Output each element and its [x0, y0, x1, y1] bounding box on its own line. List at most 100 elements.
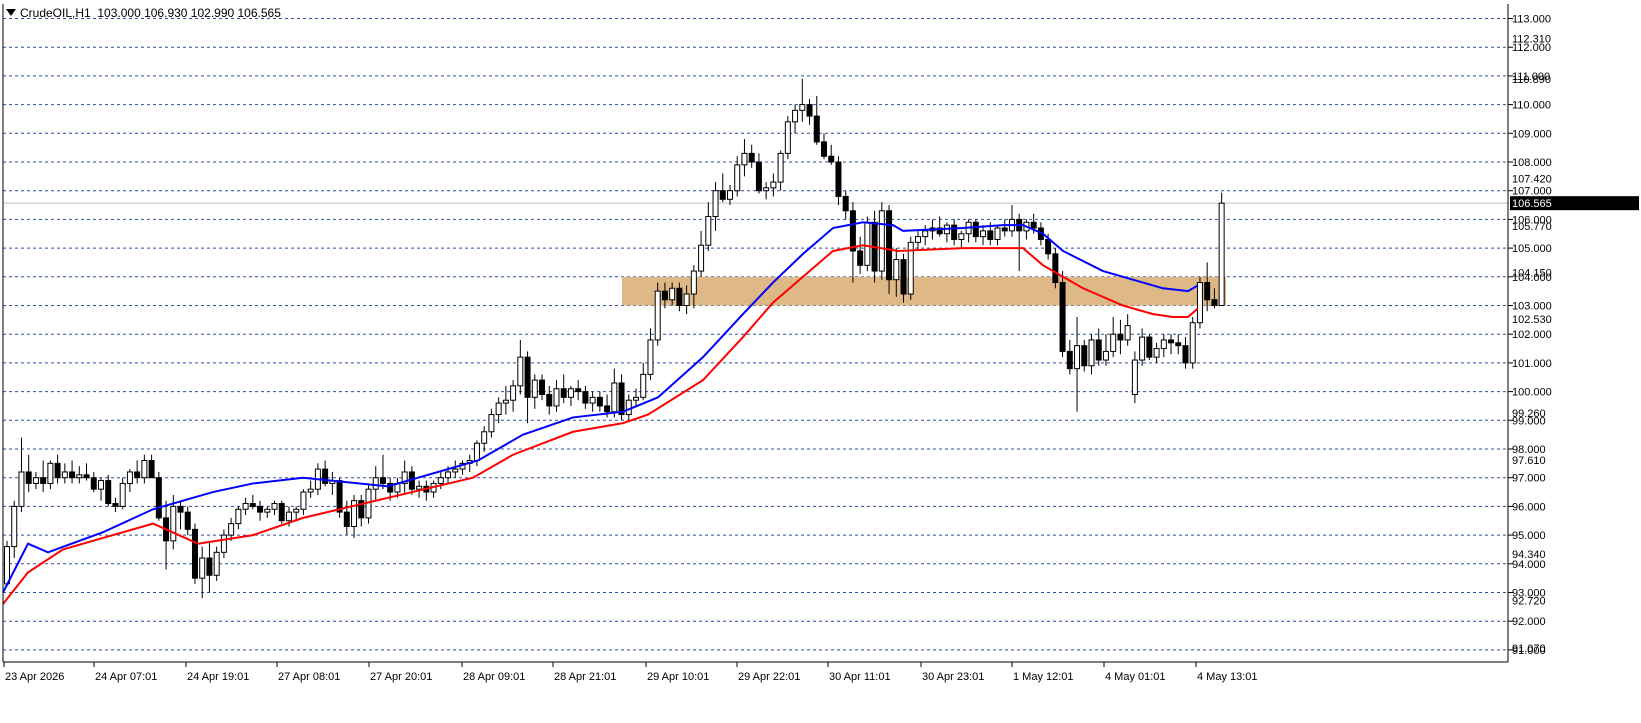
- chart-area[interactable]: 113.000 112.000 111.000 110.000 109.000 108.0…: [0, 0, 1641, 719]
- candle: [119, 477, 126, 510]
- candle-body: [683, 293, 690, 306]
- candle-body: [698, 244, 705, 272]
- candle: [473, 440, 480, 467]
- candle: [1131, 351, 1138, 404]
- dropdown-triangle-icon[interactable]: [6, 9, 16, 16]
- candle-body: [900, 259, 907, 295]
- y-marker-label: 105.770: [1512, 221, 1552, 233]
- candle: [1117, 319, 1124, 355]
- candle: [553, 380, 560, 412]
- candle: [134, 460, 141, 484]
- candle-body: [1081, 345, 1088, 367]
- candle-body: [47, 462, 54, 484]
- price-axis: 113.000112.000111.000110.000109.000108.0…: [1508, 14, 1639, 657]
- candle-body: [495, 402, 502, 416]
- candle: [922, 225, 929, 246]
- candle: [235, 506, 242, 530]
- candle-body: [582, 391, 589, 404]
- y-tick-label: 98.000: [1512, 444, 1546, 456]
- candle-body: [1074, 345, 1081, 370]
- candle: [567, 385, 574, 406]
- candle: [495, 397, 502, 424]
- candle: [242, 497, 249, 516]
- candle-body: [922, 230, 929, 238]
- candle: [76, 466, 83, 484]
- candle-body: [625, 399, 632, 416]
- candle-body: [575, 388, 582, 393]
- candle: [618, 374, 625, 421]
- candle-body: [640, 373, 647, 398]
- candle: [1196, 276, 1203, 329]
- candle-body: [242, 503, 249, 510]
- y-marker-label: 107.420: [1512, 174, 1552, 186]
- candle-body: [690, 270, 697, 295]
- candle-body: [97, 480, 104, 490]
- candle: [307, 480, 314, 498]
- candle-body: [155, 477, 162, 519]
- candle-body: [914, 236, 921, 243]
- candle: [864, 216, 871, 272]
- x-tick-label: 27 Apr 08:01: [278, 671, 340, 683]
- x-tick-label: 23 Apr 2026: [5, 671, 64, 683]
- candle-body: [1204, 282, 1211, 301]
- candle-body: [633, 396, 640, 401]
- candle-body: [958, 233, 965, 240]
- candle-body: [763, 187, 770, 192]
- candle: [589, 391, 596, 412]
- price-chart[interactable]: 113.000112.000111.000110.000109.000108.0…: [0, 0, 1641, 719]
- y-tick-label: 100.000: [1512, 387, 1552, 399]
- candle: [575, 380, 582, 401]
- candle-body: [191, 528, 198, 579]
- candle: [90, 471, 97, 493]
- candle: [322, 460, 329, 487]
- candle-body: [343, 511, 350, 527]
- y-tick-label: 110.000: [1512, 100, 1551, 112]
- candle: [271, 500, 278, 516]
- candle: [965, 219, 972, 243]
- candle-body: [278, 503, 285, 522]
- candle: [994, 225, 1001, 246]
- candle: [943, 222, 950, 243]
- candle-body: [1139, 336, 1146, 361]
- candle: [1168, 334, 1175, 355]
- candle: [1052, 248, 1059, 289]
- candle-body: [54, 462, 61, 479]
- y-tick-label: 108.000: [1512, 157, 1552, 169]
- candle-body: [510, 385, 517, 401]
- y-tick-label: 109.000: [1512, 128, 1552, 140]
- candle-body: [828, 155, 835, 163]
- candle-body: [1175, 342, 1182, 347]
- candle-body: [539, 379, 546, 395]
- candle: [220, 529, 227, 559]
- candle: [25, 454, 32, 493]
- candle: [842, 190, 849, 220]
- candle: [1146, 334, 1153, 361]
- candle: [40, 460, 47, 493]
- candle: [459, 460, 466, 475]
- candle: [32, 471, 39, 490]
- candle: [654, 282, 661, 346]
- candle: [213, 546, 220, 582]
- candle: [1088, 334, 1095, 375]
- candle-body: [25, 471, 32, 484]
- candle: [510, 380, 517, 412]
- candle: [502, 385, 509, 415]
- y-tick-label: 97.000: [1512, 473, 1546, 485]
- ohlc-readout: 103.000 106.930 102.990 106.565: [97, 6, 281, 20]
- candle: [329, 471, 336, 495]
- candle-body: [741, 152, 748, 166]
- candle: [741, 139, 748, 177]
- y-tick-label: 102.000: [1512, 329, 1552, 341]
- candle: [126, 469, 133, 493]
- candle: [524, 351, 531, 424]
- candle-body: [878, 210, 885, 272]
- candle-body: [76, 474, 83, 479]
- candle: [1182, 337, 1189, 369]
- candle-body: [1110, 333, 1117, 352]
- candle: [755, 153, 762, 194]
- candle: [148, 454, 155, 479]
- x-tick-label: 4 May 13:01: [1197, 671, 1258, 683]
- candle: [1102, 334, 1109, 366]
- candle-body: [141, 459, 148, 479]
- x-tick-label: 30 Apr 23:01: [922, 671, 984, 683]
